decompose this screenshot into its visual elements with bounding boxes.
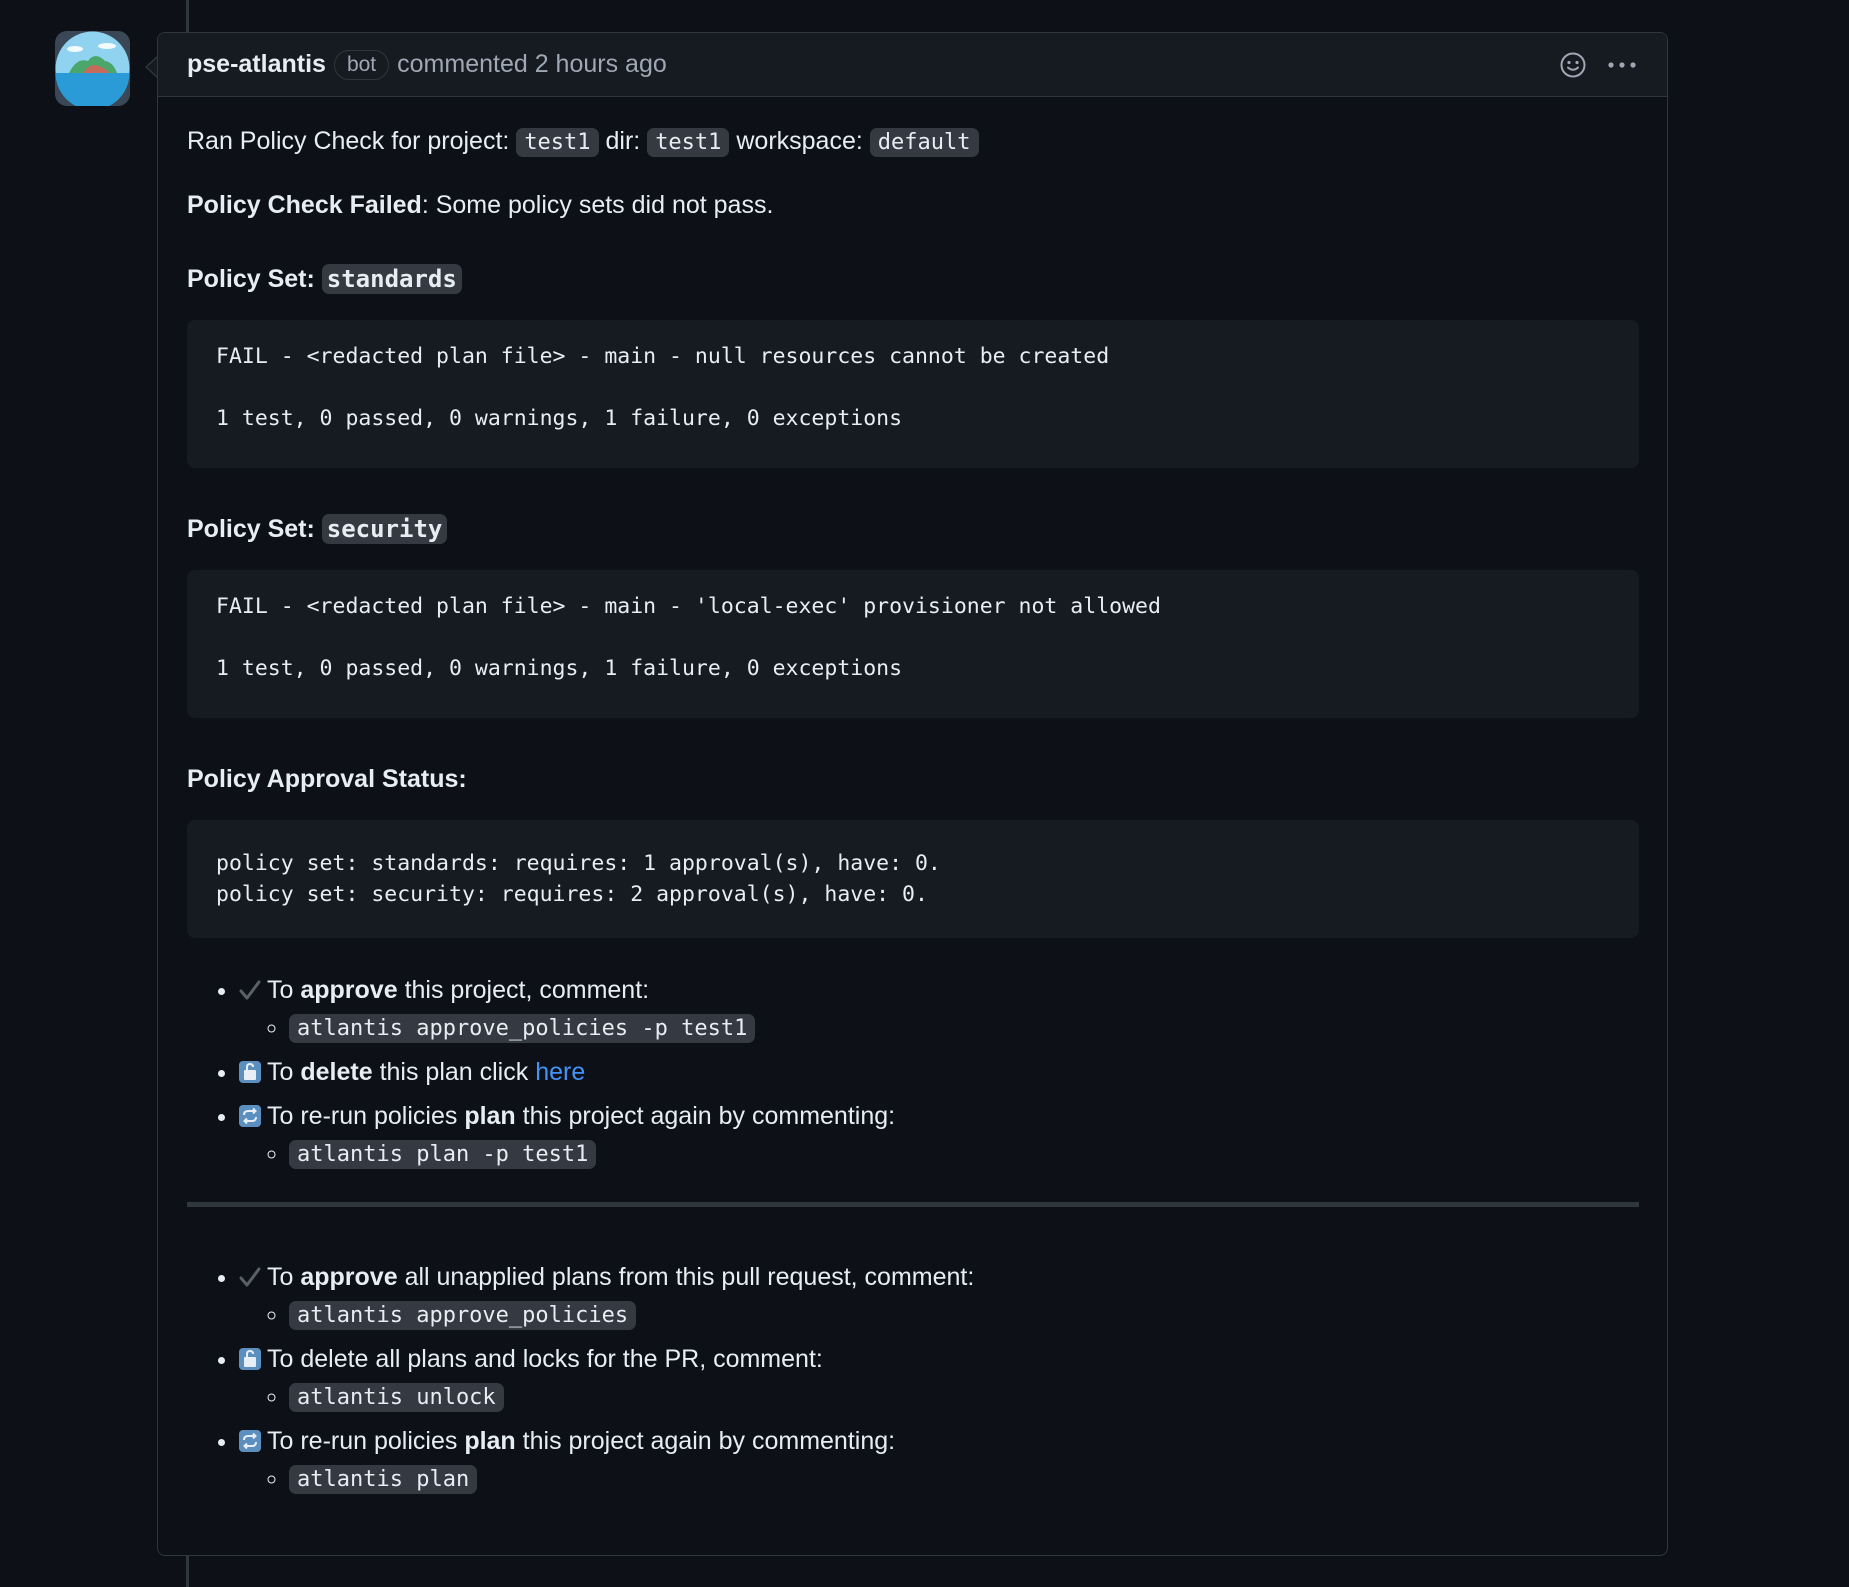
approve-post: this project, comment: (397, 976, 650, 1004)
status-text: : Some policy sets did not pass. (421, 191, 774, 219)
approve-pre: To (267, 976, 301, 1004)
bot-badge: bot (333, 49, 390, 80)
comment-timestamp[interactable]: commented 2 hours ago (397, 50, 667, 79)
sub-item: atlantis unlock (289, 1379, 1639, 1415)
status-bold: Policy Check Failed (187, 191, 422, 219)
comment-card: pse-atlantis bot commented 2 hours ago R… (157, 32, 1668, 1556)
rerun-command: atlantis plan -p test1 (289, 1140, 597, 1169)
rerun-post: this project again by commenting: (515, 1102, 896, 1130)
delete-bold: delete (300, 1058, 373, 1086)
header-actions (1559, 51, 1637, 79)
list-item-approve: To approve this project, comment: atlant… (239, 972, 1639, 1046)
dir-label: dir: (605, 127, 641, 155)
kebab-horizontal-icon[interactable] (1607, 60, 1637, 70)
list-item-unlock: To delete all plans and locks for the PR… (239, 1341, 1639, 1415)
approve-all-bold: approve (300, 1263, 398, 1291)
unlock-emoji-icon (239, 1344, 261, 1370)
rerun-all-pre: To re-run policies (267, 1427, 465, 1455)
policy-set-name: standards (321, 264, 462, 294)
workspace-label: workspace: (736, 127, 863, 155)
sub-item: atlantis approve_policies -p test1 (289, 1010, 1639, 1046)
rerun-pre: To re-run policies (267, 1102, 465, 1130)
repeat-emoji-icon (239, 1426, 261, 1452)
policy-output-standards: FAIL - <redacted plan file> - main - nul… (187, 320, 1639, 468)
rerun-all-command: atlantis plan (289, 1465, 478, 1494)
author-link[interactable]: pse-atlantis (187, 50, 326, 79)
avatar-island-image (55, 31, 130, 106)
approve-all-sublist: atlantis approve_policies (239, 1297, 1639, 1333)
unlock-command: atlantis unlock (289, 1383, 504, 1412)
approve-command: atlantis approve_policies -p test1 (289, 1014, 756, 1043)
status-line: Policy Check Failed: Some policy sets di… (187, 187, 1639, 223)
policy-set-label: Policy Set: (187, 265, 315, 293)
horizontal-rule (187, 1202, 1639, 1207)
sub-item: atlantis approve_policies (289, 1297, 1639, 1333)
unlock-sublist: atlantis unlock (239, 1379, 1639, 1415)
workspace-code: default (869, 128, 979, 157)
delete-post: this plan click (372, 1058, 536, 1086)
list-item-rerun: To re-run policies plan this project aga… (239, 1098, 1639, 1172)
comment-header: pse-atlantis bot commented 2 hours ago (158, 33, 1667, 97)
project-code: test1 (516, 128, 599, 157)
sub-item: atlantis plan -p test1 (289, 1136, 1639, 1172)
list-item-approve-all: To approve all unapplied plans from this… (239, 1259, 1639, 1333)
approval-heading: Policy Approval Status: (187, 765, 467, 793)
approve-bold: approve (300, 976, 398, 1004)
rerun-bold: plan (464, 1102, 516, 1130)
sub-item: atlantis plan (289, 1461, 1639, 1497)
policy-set-name: security (321, 514, 448, 544)
rerun-sublist: atlantis plan -p test1 (239, 1136, 1639, 1172)
intro-prefix: Ran Policy Check for project: (187, 127, 510, 155)
dir-code: test1 (647, 128, 730, 157)
rerun-all-sublist: atlantis plan (239, 1461, 1639, 1497)
policy-set-heading-security: Policy Set: security (187, 511, 1639, 547)
approve-all-command: atlantis approve_policies (289, 1301, 637, 1330)
intro-line: Ran Policy Check for project: test1 dir:… (187, 123, 1639, 161)
project-actions-list: To approve this project, comment: atlant… (187, 972, 1639, 1172)
smiley-icon[interactable] (1559, 51, 1587, 79)
check-mark-icon (239, 975, 261, 1000)
approval-output: policy set: standards: requires: 1 appro… (187, 820, 1639, 938)
pr-actions-list: To approve all unapplied plans from this… (187, 1259, 1639, 1497)
policy-set-label: Policy Set: (187, 515, 315, 543)
list-item-delete: To delete this plan click here (239, 1054, 1639, 1090)
list-item-rerun-all: To re-run policies plan this project aga… (239, 1423, 1639, 1497)
approve-all-pre: To (267, 1263, 301, 1291)
delete-plan-link[interactable]: here (535, 1058, 585, 1086)
rerun-all-bold: plan (464, 1427, 516, 1455)
comment-body: Ran Policy Check for project: test1 dir:… (158, 97, 1667, 1497)
policy-output-security: FAIL - <redacted plan file> - main - 'lo… (187, 570, 1639, 718)
approve-sublist: atlantis approve_policies -p test1 (239, 1010, 1639, 1046)
unlock-emoji-icon (239, 1057, 261, 1083)
avatar[interactable] (55, 31, 130, 106)
repeat-emoji-icon (239, 1101, 261, 1127)
approve-all-post: all unapplied plans from this pull reque… (397, 1263, 975, 1291)
delete-pre: To (267, 1058, 301, 1086)
check-mark-icon (239, 1262, 261, 1287)
unlock-text: To delete all plans and locks for the PR… (267, 1345, 823, 1373)
rerun-all-post: this project again by commenting: (515, 1427, 896, 1455)
policy-set-heading-standards: Policy Set: standards (187, 261, 1639, 297)
